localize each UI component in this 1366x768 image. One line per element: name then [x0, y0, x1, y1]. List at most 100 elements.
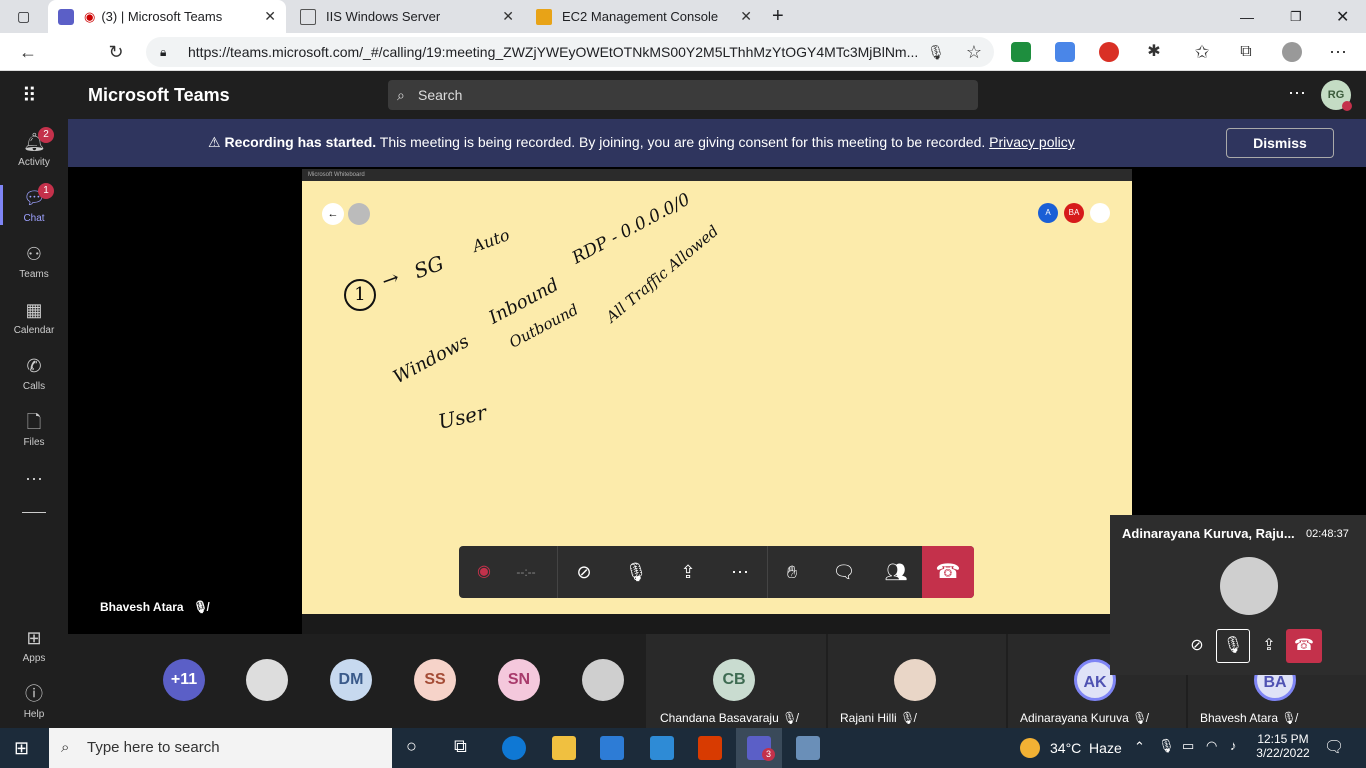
more-options-icon[interactable]: ⋯: [1288, 83, 1306, 104]
address-bar-row: ← ↻ 🔒︎ https://teams.microsoft.com/_#/ca…: [0, 33, 1366, 71]
rail-teams[interactable]: ⚇ Teams: [0, 237, 68, 293]
rail-label: Calls: [22, 381, 46, 392]
close-tab-icon[interactable]: ✕: [740, 8, 752, 25]
refresh-icon[interactable]: ↻: [104, 40, 128, 64]
rail-help[interactable]: ⓘ Help: [0, 677, 68, 733]
rail-calls[interactable]: ✆ Calls: [0, 349, 68, 405]
tab-actions-icon[interactable]: ▢: [0, 0, 46, 33]
extension-red-icon[interactable]: [1099, 42, 1119, 62]
mini-camera-off-icon[interactable]: ⊘: [1180, 629, 1214, 663]
wifi-icon[interactable]: ◠: [1206, 738, 1217, 754]
call-timer: --:--: [516, 565, 536, 579]
wb-back-icon[interactable]: ←: [322, 203, 344, 225]
task-view-icon[interactable]: ⧉: [454, 736, 467, 757]
remote-desktop-icon[interactable]: [796, 736, 820, 760]
back-icon[interactable]: ←: [16, 40, 40, 64]
participant-avatar: SN: [498, 659, 540, 701]
privacy-policy-link[interactable]: Privacy policy: [989, 134, 1075, 150]
file-explorer-icon[interactable]: [552, 736, 576, 760]
camera-off-icon[interactable]: ⊘: [567, 556, 601, 588]
collections-icon[interactable]: ⧉: [1234, 40, 1258, 64]
dismiss-button[interactable]: Dismiss: [1226, 128, 1334, 158]
rail-activity[interactable]: 🔔︎ 2 Activity: [0, 125, 68, 181]
tile-name: Chandana Basavaraju 🎙︎̸: [660, 711, 798, 725]
microphone-tray-icon[interactable]: 🎙︎: [1158, 738, 1175, 754]
participants-icon[interactable]: 👥︎: [879, 556, 913, 588]
rail-label: Apps: [22, 653, 46, 664]
rail-files[interactable]: 🗋︎ Files: [0, 405, 68, 461]
new-tab-button[interactable]: +: [772, 0, 796, 33]
record-icon[interactable]: ◉: [467, 556, 501, 588]
presenter-label: Bhavesh Atara 🎙︎̸: [100, 600, 208, 614]
favorite-star-icon[interactable]: ☆: [962, 40, 986, 64]
hang-up-button[interactable]: ☎: [922, 546, 974, 598]
participant-avatar: SS: [414, 659, 456, 701]
compact-meeting-window[interactable]: Adinarayana Kuruva, Raju... 02:48:37 ⊘ 🎙…: [1110, 515, 1366, 675]
favorites-icon[interactable]: ✩: [1190, 40, 1214, 64]
participant-tile[interactable]: Rajani Hilli 🎙︎̸: [828, 634, 1006, 728]
microphone-icon[interactable]: 🎙︎: [924, 40, 948, 64]
browser-menu-icon[interactable]: ⋯: [1326, 40, 1350, 64]
rail-apps[interactable]: ⊞ Apps: [0, 621, 68, 677]
participant-tile[interactable]: CB Chandana Basavaraju 🎙︎̸: [646, 634, 826, 728]
search-placeholder: Search: [418, 87, 463, 103]
participant-photo: [582, 659, 624, 701]
rail-divider: [22, 512, 46, 513]
tile-name: Bhavesh Atara 🎙︎̸: [1200, 711, 1297, 725]
mini-hang-up-button[interactable]: ☎: [1286, 629, 1322, 663]
share-screen-icon[interactable]: ⇪: [671, 556, 705, 588]
raise-hand-icon[interactable]: ✋︎: [775, 556, 809, 588]
restore-icon[interactable]: ❐: [1290, 0, 1302, 33]
rail-calendar[interactable]: ▦ Calendar: [0, 293, 68, 349]
divider: [557, 546, 558, 598]
extension-green-icon[interactable]: [1011, 42, 1031, 62]
tab-ec2[interactable]: EC2 Management Console ✕: [526, 0, 762, 33]
overflow-participants-button[interactable]: +11: [163, 659, 205, 701]
notifications-icon[interactable]: 🗨︎: [1324, 737, 1344, 757]
tab-iis[interactable]: IIS Windows Server ✕: [290, 0, 524, 33]
wb-arrow-icon: →: [378, 264, 403, 294]
cortana-icon[interactable]: ○: [406, 736, 417, 757]
mini-mic-muted-icon[interactable]: 🎙︎: [1216, 629, 1250, 663]
mail-icon[interactable]: [650, 736, 674, 760]
taskbar-search-placeholder: Type here to search: [87, 739, 220, 756]
profile-icon[interactable]: [1282, 42, 1302, 62]
window-close-icon[interactable]: ✕: [1336, 0, 1349, 33]
wb-menu-icon[interactable]: [1090, 203, 1110, 223]
rail-label: Calendar: [13, 325, 55, 336]
extensions-puzzle-icon[interactable]: ✱: [1142, 40, 1166, 64]
more-actions-icon[interactable]: ⋯: [723, 556, 757, 588]
url-input[interactable]: 🔒︎ https://teams.microsoft.com/_#/callin…: [146, 37, 994, 67]
muted-mic-icon: 🎙︎̸: [192, 600, 209, 614]
recording-icon: ◉: [84, 8, 96, 24]
wb-settings-icon[interactable]: [348, 203, 370, 225]
store-icon[interactable]: [600, 736, 624, 760]
taskbar-search-input[interactable]: ⌕ Type here to search: [49, 728, 392, 768]
close-tab-icon[interactable]: ✕: [502, 8, 514, 25]
teams-taskbar-button[interactable]: 3: [736, 728, 782, 768]
edge-icon[interactable]: [502, 736, 526, 760]
clock[interactable]: 12:15 PM 3/22/2022: [1256, 732, 1310, 760]
start-windows-icon[interactable]: ⊞: [14, 738, 29, 759]
apps-icon: ⊞: [26, 628, 42, 648]
close-tab-icon[interactable]: ✕: [264, 8, 276, 25]
app-launcher-icon[interactable]: ⠿: [22, 83, 37, 108]
extension-blue-icon[interactable]: [1055, 42, 1075, 62]
wb-note-user: User: [436, 400, 489, 434]
rail-more-icon[interactable]: ⋯: [0, 469, 68, 525]
wb-participant-avatar: BA: [1064, 203, 1084, 223]
office-icon[interactable]: [698, 736, 722, 760]
rail-chat[interactable]: 💬︎ 1 Chat: [0, 181, 68, 237]
show-hidden-icons[interactable]: ⌃: [1134, 739, 1145, 755]
mic-muted-icon[interactable]: 🎙︎: [619, 556, 653, 588]
weather-text[interactable]: 34°C Haze: [1050, 740, 1122, 756]
mini-share-icon[interactable]: ⇪: [1252, 629, 1286, 663]
battery-icon[interactable]: ▭: [1182, 738, 1194, 754]
minimize-icon[interactable]: —: [1240, 0, 1254, 33]
search-input[interactable]: ⌕ Search: [388, 80, 978, 110]
presenter-name: Bhavesh Atara: [100, 600, 184, 614]
muted-mic-icon: 🎙︎̸: [782, 711, 798, 725]
tab-teams[interactable]: ◉ (3) | Microsoft Teams ✕: [48, 0, 286, 33]
volume-icon[interactable]: ♪: [1230, 738, 1237, 753]
meeting-chat-icon[interactable]: 🗨︎: [827, 556, 861, 588]
